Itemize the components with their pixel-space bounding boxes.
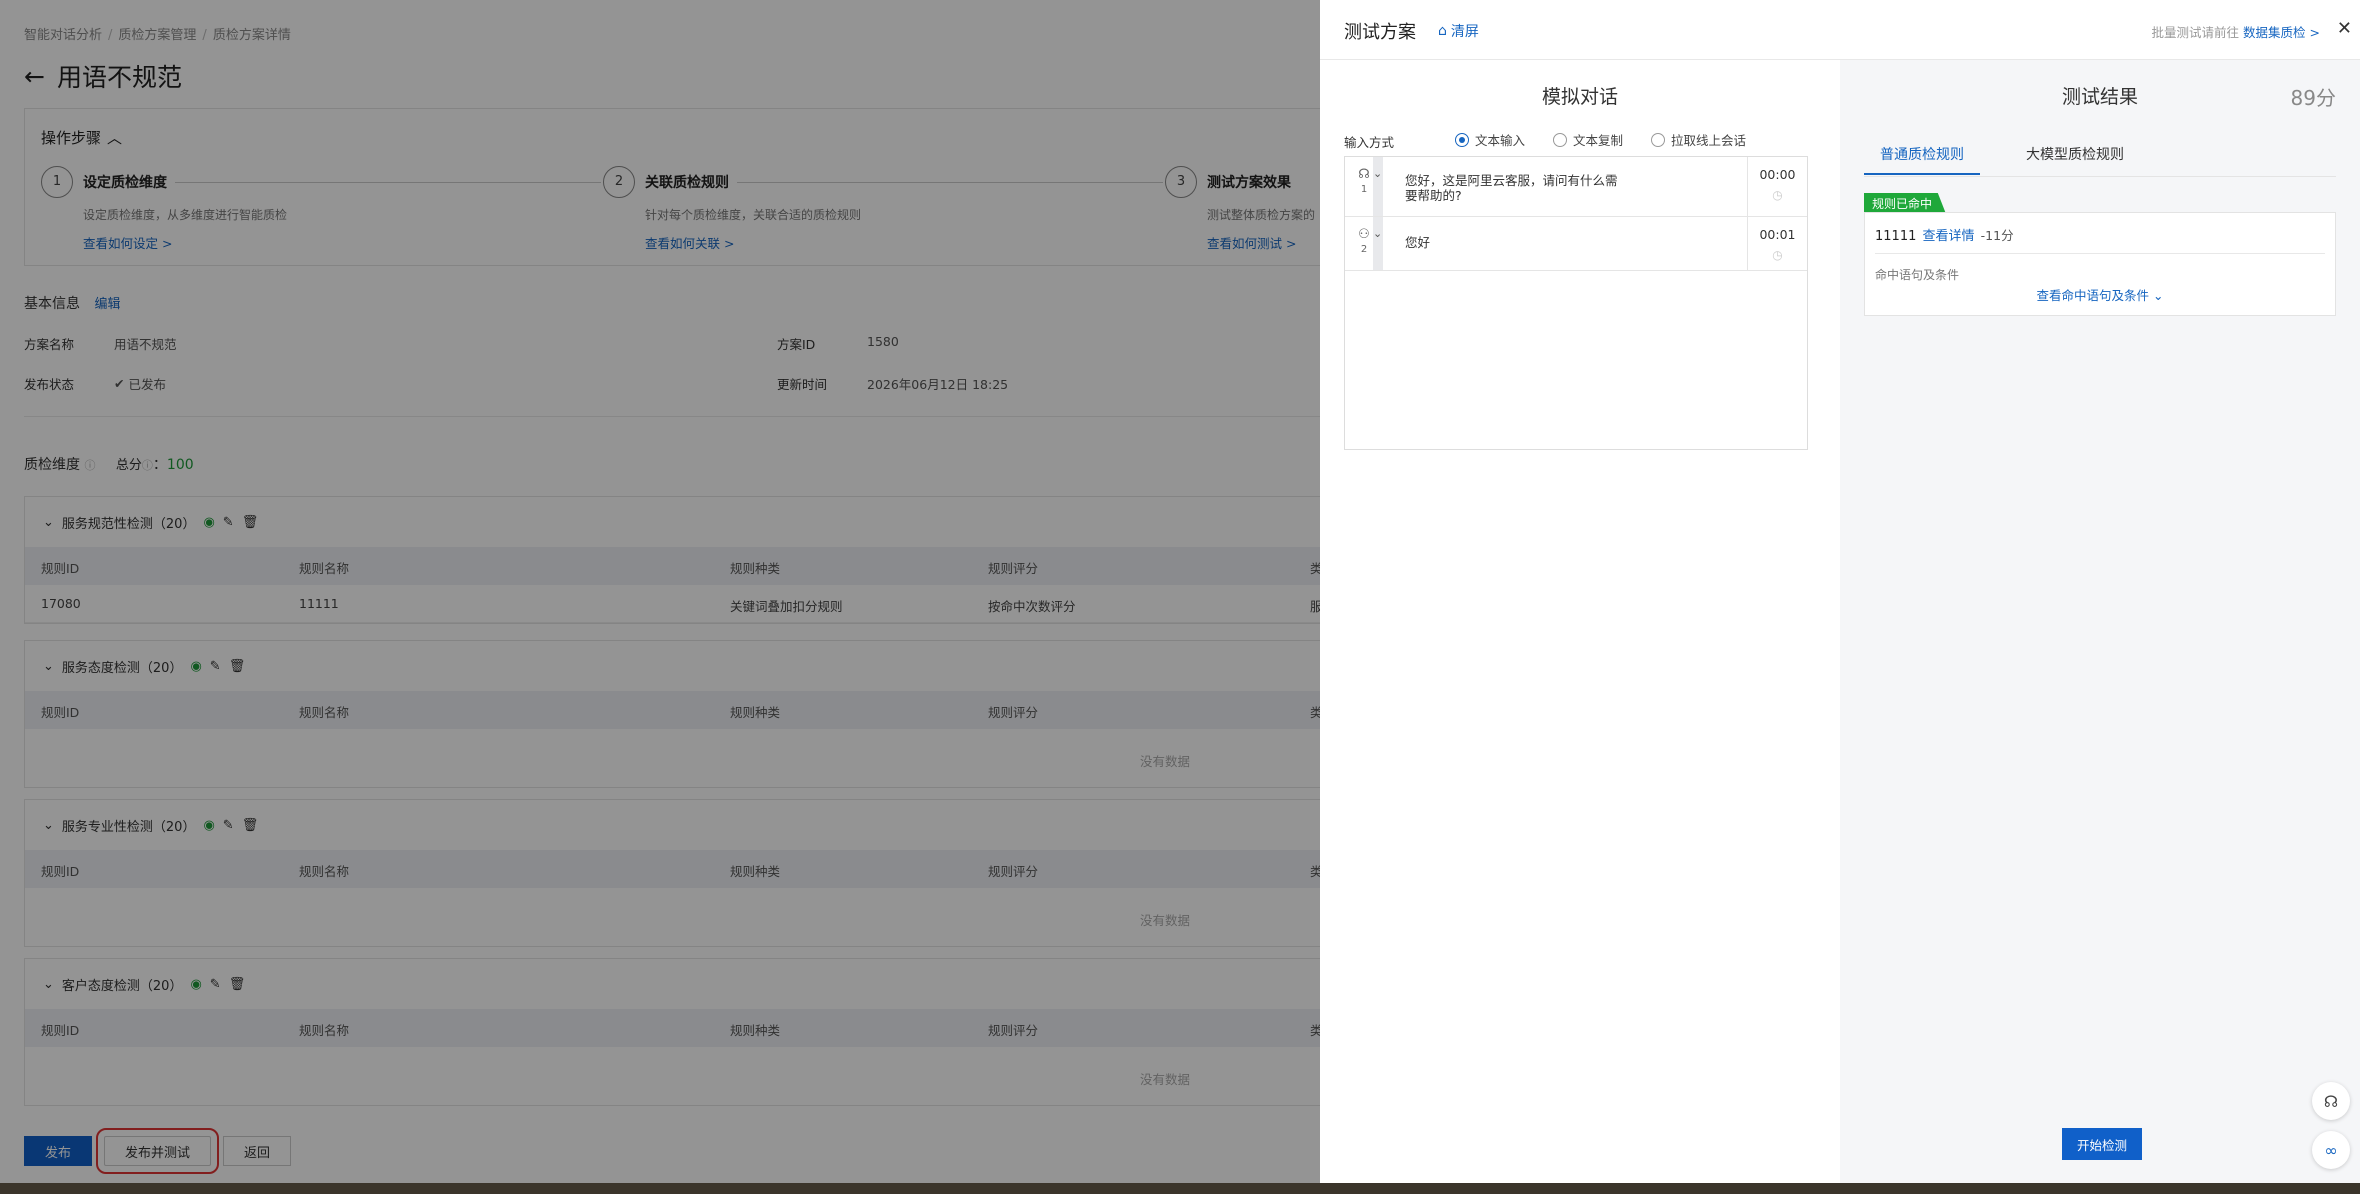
dialog-message[interactable]: ☊ 1 ⌄ 您好，这是阿里云客服，请问有什么需要帮助的? 00:00 ◷ <box>1345 157 1807 217</box>
close-icon[interactable]: ✕ <box>2337 18 2352 39</box>
chevron-down-icon: ⌄ <box>2153 288 2164 303</box>
result-score: 89分 <box>2290 86 2336 110</box>
radio-text-copy[interactable]: 文本复制 <box>1553 130 1623 149</box>
sim-title: 模拟对话 <box>1541 86 1618 108</box>
hit-condition-label: 命中语句及条件 <box>1875 268 1960 282</box>
dialog-box: ☊ 1 ⌄ 您好，这是阿里云客服，请问有什么需要帮助的? 00:00 ◷ ⚇ 2… <box>1344 156 1808 450</box>
chevron-down-icon[interactable]: ⌄ <box>1373 167 1382 180</box>
simulated-dialog-pane: 模拟对话 输入方式 文本输入 文本复制 拉取线上会话 ☊ 1 ⌄ 您好，这是阿里… <box>1320 60 1840 1183</box>
link-icon[interactable]: ∞ <box>2312 1131 2350 1169</box>
rule-hit-badge: 规则已命中 <box>1864 193 1947 214</box>
rule-id: 11111 <box>1875 229 1917 244</box>
radio-text-input[interactable]: 文本输入 <box>1455 130 1525 149</box>
start-detection-button[interactable]: 开始检测 <box>2062 1128 2142 1160</box>
input-mode-radios: 文本输入 文本复制 拉取线上会话 <box>1455 130 1746 149</box>
clock-icon[interactable]: ◷ <box>1748 248 1807 262</box>
chevron-down-icon[interactable]: ⌄ <box>1373 227 1382 240</box>
dialog-message[interactable]: ⚇ 2 ⌄ 您好 00:01 ◷ <box>1345 217 1807 271</box>
rule-deduction: -11分 <box>1980 228 2014 243</box>
drawer-title: 测试方案 <box>1344 22 1416 43</box>
view-detail-link[interactable]: 查看详情 <box>1923 229 1975 244</box>
tab-llm-rules[interactable]: 大模型质检规则 <box>2010 144 2140 175</box>
result-title: 测试结果 <box>2061 86 2138 108</box>
radio-pull-online[interactable]: 拉取线上会话 <box>1651 130 1746 149</box>
hit-rule-card: 11111 查看详情 -11分 命中语句及条件 查看命中语句及条件 ⌄ <box>1864 212 2336 316</box>
eraser-icon: ⌂ <box>1438 23 1447 39</box>
batch-test-hint: 批量测试请前往 数据集质检 > <box>2151 25 2320 40</box>
drawer-header: 测试方案 ⌂ 清屏 批量测试请前往 数据集质检 > ✕ <box>1320 0 2360 60</box>
headset-support-icon[interactable]: ☊ <box>2312 1082 2350 1120</box>
clear-screen-button[interactable]: ⌂ 清屏 <box>1438 21 1479 41</box>
dataset-qc-link[interactable]: 数据集质检 > <box>2243 25 2320 40</box>
clock-icon[interactable]: ◷ <box>1748 188 1807 202</box>
result-tabs: 普通质检规则 大模型质检规则 <box>1864 144 2140 175</box>
test-result-pane: 测试结果 89分 普通质检规则 大模型质检规则 规则已命中 11111 查看详情… <box>1840 60 2360 1183</box>
input-mode-label: 输入方式 <box>1344 135 1395 150</box>
test-scheme-drawer: 测试方案 ⌂ 清屏 批量测试请前往 数据集质检 > ✕ 模拟对话 输入方式 文本… <box>1320 0 2360 1183</box>
tab-normal-rules[interactable]: 普通质检规则 <box>1864 144 1980 175</box>
view-hit-conditions-link[interactable]: 查看命中语句及条件 ⌄ <box>1865 285 2335 304</box>
modal-mask[interactable] <box>0 0 1320 1183</box>
